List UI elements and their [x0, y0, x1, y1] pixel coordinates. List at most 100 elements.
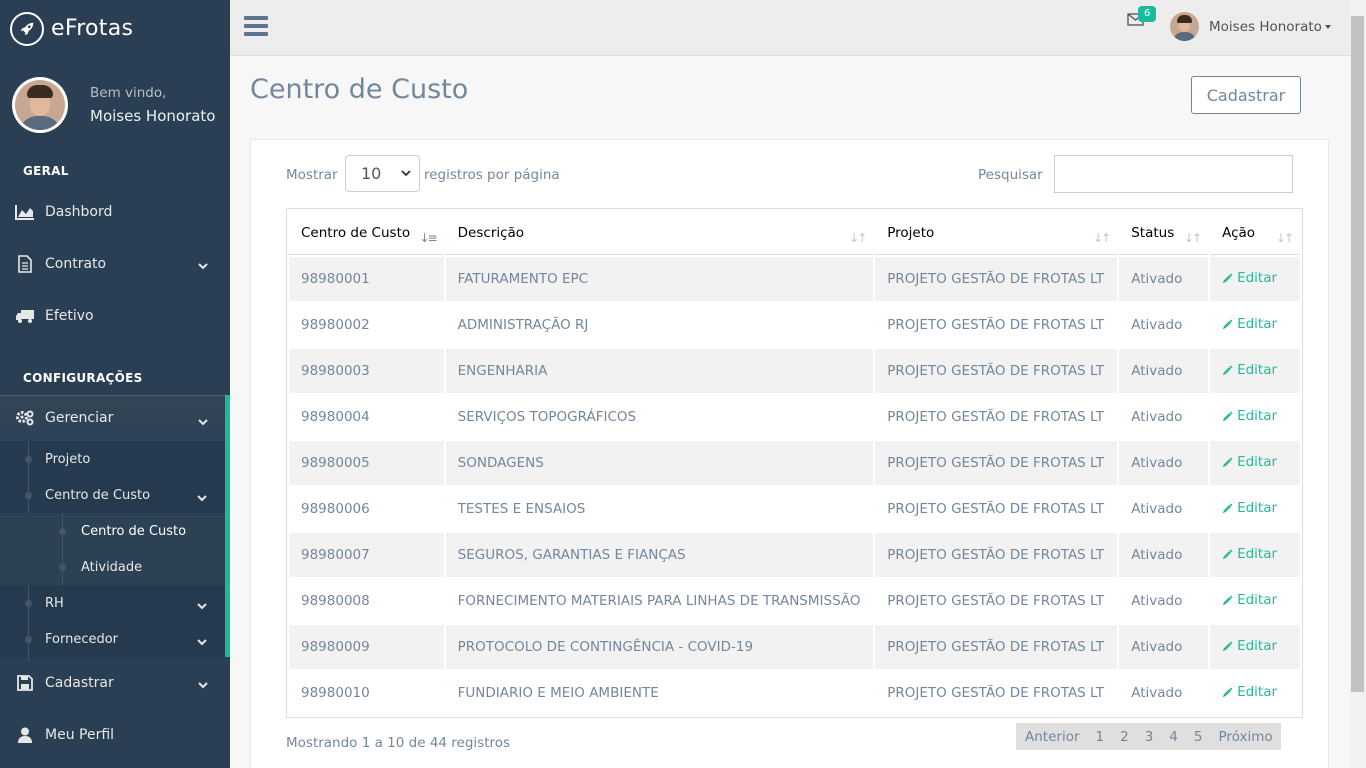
caret-down-icon: [1324, 24, 1331, 29]
sidebar-submenu-centro-custo: Centro de Custo Atividade: [0, 513, 225, 585]
cell-description: TESTES E ENSAIOS: [445, 487, 874, 531]
edit-label: Editar: [1237, 270, 1278, 287]
edit-link[interactable]: Editar: [1222, 316, 1277, 332]
brand[interactable]: eFrotas: [0, 0, 230, 57]
cell-project: PROJETO GESTÃO DE FROTAS LT: [875, 533, 1118, 577]
cell-status: Ativado: [1119, 671, 1209, 715]
profile-welcome: Bem vindo,: [90, 85, 167, 101]
column-header-status[interactable]: Status ↓↑: [1119, 211, 1209, 255]
sidebar-item-meu-perfil[interactable]: Meu Perfil: [0, 709, 230, 761]
pagination-page[interactable]: 5: [1186, 729, 1211, 745]
edit-link[interactable]: Editar: [1222, 362, 1277, 378]
edit-label: Editar: [1237, 546, 1278, 563]
edit-link[interactable]: Editar: [1222, 638, 1277, 654]
pencil-icon: [1222, 595, 1233, 605]
chart-area-icon: [15, 203, 35, 221]
table-row: 98980005 SONDAGENS PROJETO GESTÃO DE FROTA…: [289, 441, 1300, 485]
cell-project: PROJETO GESTÃO DE FROTAS LT: [875, 625, 1118, 669]
edit-link[interactable]: Editar: [1222, 546, 1277, 562]
pagination-page[interactable]: 3: [1137, 729, 1162, 745]
sidebar-item-label: Centro de Custo: [45, 487, 151, 503]
sidebar-item-rh[interactable]: RH: [0, 585, 225, 621]
sidebar-item-label: Fornecedor: [45, 631, 119, 647]
chevron-down-icon: [197, 491, 207, 506]
cell-description: ENGENHARIA: [445, 349, 874, 393]
page-size-select[interactable]: 10: [345, 155, 420, 192]
sidebar-item-efetivo[interactable]: Efetivo: [0, 290, 230, 342]
chevron-down-icon: [198, 258, 208, 274]
pencil-icon: [1222, 365, 1233, 375]
pagination-page[interactable]: 2: [1112, 729, 1137, 745]
cell-status: Ativado: [1119, 257, 1209, 301]
sidebar-item-cadastrar[interactable]: Cadastrar: [0, 657, 230, 709]
page-title: Centro de Custo: [250, 74, 469, 105]
user-menu[interactable]: Moises Honorato: [1170, 12, 1331, 41]
sidebar: eFrotas Bem vindo, Moises Honorato GERAL…: [0, 0, 230, 768]
user-icon: [15, 726, 35, 744]
cell-description: FATURAMENTO EPC: [445, 257, 874, 301]
chevron-down-icon: [197, 599, 207, 614]
edit-link[interactable]: Editar: [1222, 500, 1277, 516]
edit-label: Editar: [1237, 638, 1278, 655]
section-title-config: CONFIGURAÇÕES: [23, 371, 143, 385]
cell-project: PROJETO GESTÃO DE FROTAS LT: [875, 257, 1118, 301]
edit-link[interactable]: Editar: [1222, 408, 1277, 424]
sidebar-item-gerenciar[interactable]: Gerenciar: [0, 395, 230, 441]
cell-description: FORNECIMENTO MATERIAIS PARA LINHAS DE TR…: [445, 579, 874, 623]
pencil-icon: [1222, 549, 1233, 559]
pencil-icon: [1222, 641, 1233, 651]
cell-action: Editar: [1210, 579, 1300, 623]
pagination-page[interactable]: 4: [1161, 729, 1186, 745]
cell-code: 98980009: [289, 625, 444, 669]
scrollbar[interactable]: [1350, 0, 1366, 768]
cell-action: Editar: [1210, 257, 1300, 301]
cell-project: PROJETO GESTÃO DE FROTAS LT: [875, 303, 1118, 347]
pagination-page[interactable]: 1: [1088, 729, 1113, 745]
sidebar-item-centro-custo-list[interactable]: Centro de Custo: [0, 513, 225, 549]
sidebar-item-centro-custo[interactable]: Centro de Custo: [0, 477, 225, 513]
cell-code: 98980006: [289, 487, 444, 531]
edit-link[interactable]: Editar: [1222, 454, 1277, 470]
pagination-next[interactable]: Próximo: [1210, 729, 1280, 745]
cell-project: PROJETO GESTÃO DE FROTAS LT: [875, 579, 1118, 623]
cadastrar-button[interactable]: Cadastrar: [1191, 76, 1301, 114]
pencil-icon: [1222, 687, 1233, 697]
edit-link[interactable]: Editar: [1222, 592, 1277, 608]
pencil-icon: [1222, 273, 1233, 283]
column-header-centro-custo[interactable]: Centro de Custo ↓≡: [289, 211, 444, 255]
edit-label: Editar: [1237, 408, 1278, 425]
sidebar-item-label: Atividade: [81, 559, 143, 575]
sidebar-item-fornecedor[interactable]: Fornecedor: [0, 621, 225, 657]
sidebar-item-contrato[interactable]: Contrato: [0, 238, 230, 290]
per-page-label: registros por página: [424, 167, 560, 183]
cell-project: PROJETO GESTÃO DE FROTAS LT: [875, 487, 1118, 531]
cell-code: 98980003: [289, 349, 444, 393]
edit-link[interactable]: Editar: [1222, 684, 1277, 700]
edit-label: Editar: [1237, 454, 1278, 471]
table-row: 98980010 FUNDIARIO E MEIO AMBIENTE PROJETO…: [289, 671, 1300, 715]
column-header-descricao[interactable]: Descrição ↓↑: [445, 211, 874, 255]
table-info: Mostrando 1 a 10 de 44 registros: [286, 735, 511, 751]
edit-label: Editar: [1237, 316, 1278, 333]
sidebar-item-projeto[interactable]: Projeto: [0, 441, 225, 477]
cell-code: 98980008: [289, 579, 444, 623]
pagination-prev[interactable]: Anterior: [1016, 729, 1088, 745]
cell-code: 98980001: [289, 257, 444, 301]
top-nav: 6 Moises Honorato: [230, 0, 1350, 56]
edit-link[interactable]: Editar: [1222, 270, 1277, 286]
cell-action: Editar: [1210, 303, 1300, 347]
table-row: 98980007 SEGUROS, GARANTIAS E FIANÇAS PROJ…: [289, 533, 1300, 577]
save-icon: [15, 674, 35, 692]
sort-icon: ↓≡: [419, 231, 438, 245]
sidebar-item-dashboard[interactable]: Dashbord: [0, 186, 230, 238]
search-input[interactable]: [1054, 155, 1293, 193]
table-row: 98980009 PROTOCOLO DE CONTINGÊNCIA - COVI…: [289, 625, 1300, 669]
profile: Bem vindo, Moises Honorato: [0, 57, 230, 153]
chevron-down-icon: [198, 677, 208, 693]
bars-icon[interactable]: [244, 16, 268, 38]
cell-project: PROJETO GESTÃO DE FROTAS LT: [875, 441, 1118, 485]
sidebar-item-atividade[interactable]: Atividade: [0, 549, 225, 585]
table-row: 98980003 ENGENHARIA PROJETO GESTÃO DE FROT…: [289, 349, 1300, 393]
column-header-acao[interactable]: Ação ↓↑: [1210, 211, 1300, 255]
column-header-projeto[interactable]: Projeto ↓↑: [875, 211, 1118, 255]
